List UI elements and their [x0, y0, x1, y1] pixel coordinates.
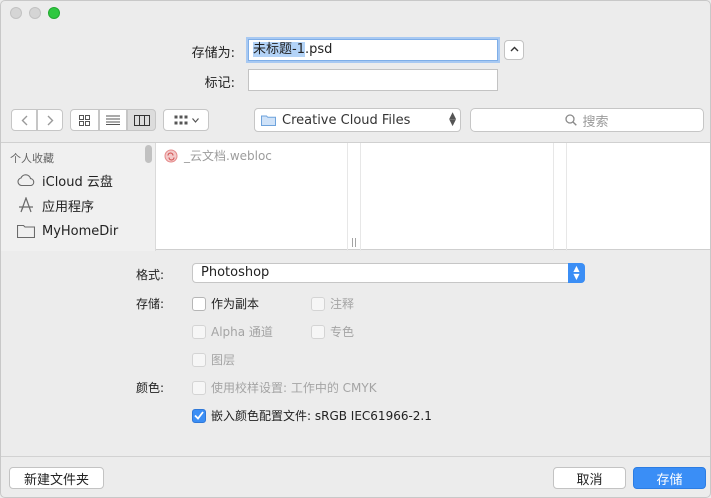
icon-view-button[interactable]: [70, 109, 99, 131]
sidebar-item-icloud[interactable]: iCloud 云盘: [17, 169, 113, 191]
checkbox-box: [192, 408, 206, 423]
checkbox-box: [192, 352, 206, 367]
checkmark-icon: [194, 411, 204, 420]
sidebar-item-label: 应用程序: [42, 199, 95, 215]
footer-divider: [1, 456, 710, 457]
checkbox-box: [311, 324, 325, 339]
filename-selected-text: 未标题-1: [253, 42, 305, 57]
checkbox-box: [311, 296, 325, 311]
search-field[interactable]: 搜索: [470, 108, 704, 132]
embed-profile-checkbox[interactable]: 嵌入颜色配置文件: sRGB IEC61966-2.1: [192, 407, 432, 424]
sidebar-item-label: MyHomeDir: [42, 223, 119, 239]
as-copy-checkbox[interactable]: 作为副本: [192, 295, 259, 312]
checkbox-label: 专色: [330, 325, 355, 339]
checkbox-label: 作为副本: [211, 297, 260, 311]
sidebar-item-label: iCloud 云盘: [42, 174, 113, 190]
applications-icon: [19, 197, 33, 213]
column-divider[interactable]: [360, 143, 361, 251]
tags-field[interactable]: [248, 69, 498, 91]
checkbox-label: 注释: [330, 297, 355, 311]
cancel-button[interactable]: 取消: [553, 467, 626, 489]
checkbox-label: 图层: [211, 353, 236, 367]
format-value: Photoshop: [201, 265, 270, 280]
chevron-up-icon: [510, 46, 518, 52]
file-browser: 个人收藏 iCloud 云盘 应用程序 MyHomeDir _云文档.weblo…: [1, 142, 710, 251]
column-divider[interactable]: [347, 143, 348, 251]
window-controls: [10, 7, 60, 19]
cloud-icon: [17, 174, 35, 186]
folder-icon: [261, 115, 276, 126]
checkbox-label: Alpha 通道: [211, 325, 273, 339]
search-icon: [565, 114, 578, 126]
checkbox-label: 嵌入颜色配置文件: sRGB IEC61966-2.1: [211, 409, 432, 423]
sidebar-header: 个人收藏: [10, 152, 54, 165]
color-options-label: 颜色:: [135, 381, 164, 395]
list-view-button[interactable]: [99, 109, 127, 131]
file-item[interactable]: _云文档.webloc: [164, 147, 272, 164]
spot-colors-checkbox[interactable]: 专色: [311, 323, 354, 340]
back-button[interactable]: [11, 109, 37, 131]
location-label: Creative Cloud Files: [282, 112, 411, 128]
column-divider[interactable]: [553, 143, 554, 251]
layers-checkbox[interactable]: 图层: [192, 351, 235, 368]
column-view-icon: [133, 114, 150, 126]
updown-arrows-icon: ▲ ▼: [449, 111, 456, 128]
column-resize-grip[interactable]: ||: [351, 238, 357, 248]
format-popup[interactable]: Photoshop ▲ ▼: [192, 263, 585, 283]
filename-field[interactable]: 未标题-1.psd: [248, 39, 498, 61]
column-view-button[interactable]: [127, 109, 156, 131]
updown-arrows-icon: ▲ ▼: [568, 263, 585, 283]
save-as-label: 存储为:: [191, 46, 235, 61]
column-divider[interactable]: [566, 143, 567, 251]
alpha-channels-checkbox[interactable]: Alpha 通道: [192, 323, 273, 340]
save-dialog: 存储为: 未标题-1.psd 标记: Creative Cloud Files …: [0, 0, 711, 498]
notes-checkbox[interactable]: 注释: [311, 295, 354, 312]
sidebar: 个人收藏 iCloud 云盘 应用程序 MyHomeDir: [1, 143, 156, 251]
group-view-icon: [174, 115, 187, 124]
sidebar-item-applications[interactable]: 应用程序: [17, 194, 94, 216]
new-folder-button[interactable]: 新建文件夹: [9, 467, 104, 489]
checkbox-box: [192, 296, 206, 311]
expand-dialog-button[interactable]: [504, 40, 524, 60]
chevron-down-icon: [191, 117, 199, 123]
close-button[interactable]: [10, 7, 22, 19]
search-placeholder: 搜索: [582, 114, 609, 130]
save-button[interactable]: 存储: [633, 467, 706, 489]
location-popup[interactable]: Creative Cloud Files ▲ ▼: [254, 108, 461, 132]
icon-view-icon: [79, 114, 90, 126]
proof-setup-checkbox[interactable]: 使用校样设置: 工作中的 CMYK: [192, 379, 377, 396]
group-by-button[interactable]: [163, 109, 209, 131]
zoom-button[interactable]: [48, 7, 60, 19]
sidebar-scrollbar[interactable]: [145, 145, 152, 163]
filename-extension: .psd: [304, 42, 333, 57]
forward-button[interactable]: [37, 109, 63, 131]
save-options-label: 存储:: [135, 297, 164, 311]
checkbox-box: [192, 380, 206, 395]
format-label: 格式:: [135, 268, 164, 282]
checkbox-box: [192, 324, 206, 339]
sidebar-item-myhomedir[interactable]: MyHomeDir: [17, 220, 118, 242]
list-view-icon: [106, 115, 120, 125]
chevron-right-icon: [47, 115, 53, 125]
checkbox-label: 使用校样设置: 工作中的 CMYK: [211, 381, 377, 395]
minimize-button[interactable]: [29, 7, 41, 19]
folder-icon: [17, 224, 35, 238]
webloc-icon: [164, 149, 178, 162]
tags-label: 标记:: [204, 76, 235, 91]
chevron-left-icon: [21, 115, 27, 125]
file-name: _云文档.webloc: [184, 149, 272, 163]
